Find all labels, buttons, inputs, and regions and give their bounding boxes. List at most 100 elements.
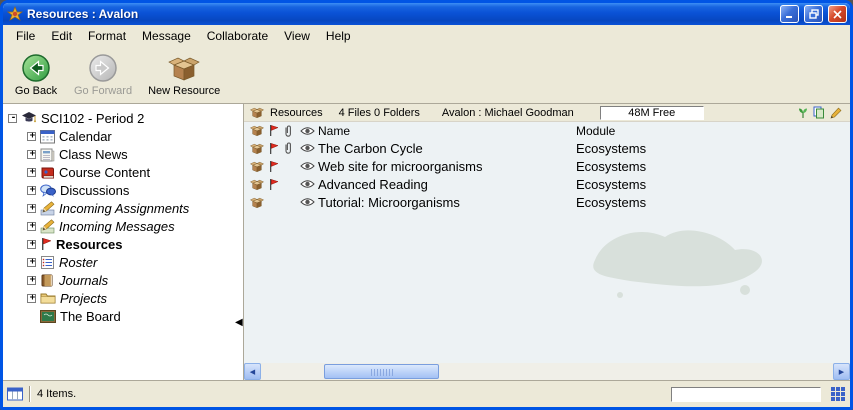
horizontal-scrollbar[interactable]: ◀ ▶ [244, 363, 850, 380]
resource-module: Ecosystems [576, 177, 850, 192]
tree-item-the-board[interactable]: The Board [27, 307, 243, 325]
expand-expander[interactable] [27, 240, 36, 249]
resource-name: Advanced Reading [318, 177, 576, 192]
board-icon [40, 310, 56, 323]
items-count: 4 Items. [37, 388, 76, 400]
tree-item-label: Incoming Assignments [59, 201, 189, 216]
resource-name: Tutorial: Microorganisms [318, 195, 576, 210]
tree-item-discussions[interactable]: Discussions [27, 181, 243, 199]
scroll-left-button[interactable]: ◀ [244, 363, 261, 380]
expand-expander[interactable] [27, 150, 36, 159]
package-icon [248, 196, 266, 209]
resource-row[interactable]: The Carbon Cycle Ecosystems [244, 139, 850, 157]
tree-item-course-content[interactable]: Course Content [27, 163, 243, 181]
flag-icon [40, 237, 52, 251]
info-bar-actions [798, 106, 844, 119]
visibility-column-icon[interactable] [296, 126, 318, 136]
tree-item-label: Discussions [60, 183, 129, 198]
course-content-icon [40, 165, 55, 180]
menu-file[interactable]: File [8, 27, 43, 45]
scroll-right-button[interactable]: ▶ [833, 363, 850, 380]
go-forward-button[interactable]: Go Forward [69, 49, 137, 99]
resource-row[interactable]: Web site for microorganisms Ecosystems [244, 157, 850, 175]
package-icon [248, 178, 266, 191]
tree-item-projects[interactable]: Projects [27, 289, 243, 307]
view-panel-icon[interactable] [7, 387, 23, 401]
grid-view-icon[interactable] [831, 387, 846, 401]
tree-item-label: Resources [56, 237, 122, 252]
eye-icon [296, 143, 318, 153]
new-resource-button[interactable]: New Resource [143, 49, 225, 99]
go-back-label: Go Back [15, 85, 57, 97]
expand-expander[interactable] [27, 276, 36, 285]
tree-item-journals[interactable]: Journals [27, 271, 243, 289]
flag-column-icon[interactable] [266, 124, 280, 137]
expand-expander[interactable] [27, 132, 36, 141]
tree-item-incoming-messages[interactable]: Incoming Messages [27, 217, 243, 235]
status-bar: 4 Items. [3, 380, 850, 407]
new-resource-label: New Resource [148, 85, 220, 97]
attachment-column-icon[interactable] [280, 124, 296, 138]
column-header-name[interactable]: Name [318, 124, 576, 138]
resource-module: Ecosystems [576, 159, 850, 174]
resource-module: Ecosystems [576, 195, 850, 210]
title-bar[interactable]: Resources : Avalon [3, 3, 850, 25]
toolbar: Go Back Go Forward [3, 46, 850, 104]
go-back-button[interactable]: Go Back [9, 49, 63, 99]
free-space-indicator: 48M Free [600, 106, 704, 120]
copy-stack-icon[interactable] [813, 106, 825, 119]
discussions-icon [40, 183, 56, 198]
restore-button[interactable] [804, 5, 823, 23]
menu-collaborate[interactable]: Collaborate [199, 27, 276, 45]
resource-name: The Carbon Cycle [318, 141, 576, 156]
tree-item-label: Course Content [59, 165, 150, 180]
package-column-icon[interactable] [248, 124, 266, 137]
news-icon [40, 147, 55, 162]
close-button[interactable] [828, 5, 847, 23]
minimize-button[interactable] [780, 5, 799, 23]
tree-item-label: Class News [59, 147, 128, 162]
background-watermark [585, 215, 775, 315]
class-icon [21, 111, 37, 125]
sprout-icon[interactable] [798, 107, 808, 119]
window-title: Resources : Avalon [27, 7, 775, 21]
journals-icon [40, 273, 55, 288]
expand-expander[interactable] [27, 258, 36, 267]
menu-help[interactable]: Help [318, 27, 359, 45]
resource-list: The Carbon Cycle Ecosystems Web site for… [244, 139, 850, 363]
tree-root[interactable]: SCI102 - Period 2 [8, 109, 243, 127]
tree-item-label: Calendar [59, 129, 112, 144]
resource-row[interactable]: Advanced Reading Ecosystems [244, 175, 850, 193]
menu-bar: File Edit Format Message Collaborate Vie… [3, 25, 850, 46]
tree-item-label: Projects [60, 291, 107, 306]
eye-icon [296, 197, 318, 207]
collapse-expander[interactable] [8, 114, 17, 123]
menu-view[interactable]: View [276, 27, 318, 45]
tree-item-incoming-assignments[interactable]: Incoming Assignments [27, 199, 243, 217]
assignments-pencil-icon [40, 201, 55, 216]
expand-expander[interactable] [27, 222, 36, 231]
package-icon [248, 160, 266, 173]
splitter-collapse-arrow[interactable]: ◀ [235, 317, 243, 328]
expand-expander[interactable] [27, 186, 36, 195]
tree-item-calendar[interactable]: Calendar [27, 127, 243, 145]
menu-message[interactable]: Message [134, 27, 199, 45]
scrollbar-thumb[interactable] [324, 364, 439, 379]
edit-pencil-icon[interactable] [830, 107, 842, 119]
column-header-module[interactable]: Module [576, 124, 850, 138]
expand-expander[interactable] [27, 204, 36, 213]
expand-expander[interactable] [27, 294, 36, 303]
account-info: Avalon : Michael Goodman [442, 107, 574, 119]
menu-format[interactable]: Format [80, 27, 134, 45]
course-tree: SCI102 - Period 2 Calendar Class News [3, 104, 243, 380]
resource-row[interactable]: Tutorial: Microorganisms Ecosystems [244, 193, 850, 211]
progress-indicator [671, 387, 821, 402]
tree-item-label: Journals [59, 273, 108, 288]
tree-item-resources[interactable]: Resources [27, 235, 243, 253]
tree-item-class-news[interactable]: Class News [27, 145, 243, 163]
tree-item-label: The Board [60, 309, 121, 324]
tree-item-roster[interactable]: Roster [27, 253, 243, 271]
expand-expander[interactable] [27, 168, 36, 177]
menu-edit[interactable]: Edit [43, 27, 80, 45]
flag-icon [266, 160, 280, 173]
